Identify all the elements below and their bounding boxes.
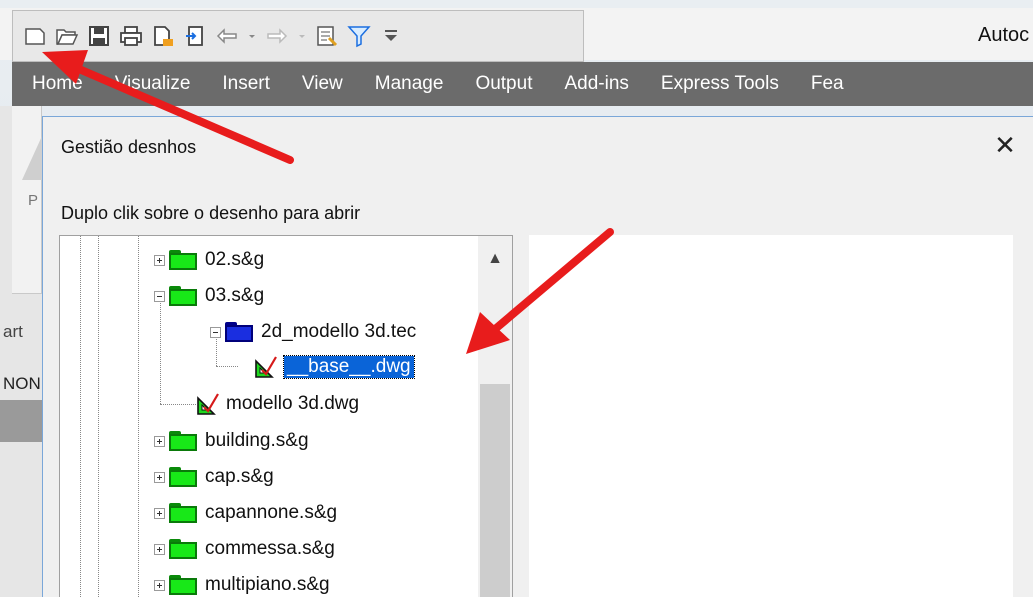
tree-item-label-selected: __base__.dwg: [283, 355, 415, 379]
drawing-tree[interactable]: 02.s&g 03.s&g 2d_modello 3d.tec __base__…: [59, 235, 513, 597]
expand-icon[interactable]: [154, 471, 165, 483]
tree-item-02-sg[interactable]: 02.s&g: [154, 245, 264, 275]
tab-express-tools[interactable]: Express Tools: [645, 73, 795, 95]
undo-icon[interactable]: [215, 24, 239, 48]
background-ribbon-panel: P art NON: [0, 106, 42, 597]
publish-icon[interactable]: [151, 24, 175, 48]
tree-line: [160, 298, 161, 404]
scroll-up-icon[interactable]: ▲: [478, 242, 512, 276]
dialog-instruction: Duplo clik sobre o desenho para abrir: [61, 203, 361, 223]
tree-item-commessa-sg[interactable]: commessa.s&g: [154, 534, 335, 564]
folder-icon: [169, 575, 197, 595]
tree-item-label: cap.s&g: [205, 466, 274, 487]
expand-icon[interactable]: [154, 435, 165, 447]
collapse-icon[interactable]: [154, 290, 165, 302]
tree-item-label: 2d_modello 3d.tec: [261, 321, 417, 342]
expand-icon[interactable]: [154, 543, 165, 555]
expand-icon[interactable]: [154, 579, 165, 591]
new-icon[interactable]: [23, 24, 47, 48]
folder-icon: [169, 431, 197, 451]
dialog-title: Gestião desnhos: [61, 137, 197, 157]
tree-item-2d-modello-tec[interactable]: 2d_modello 3d.tec: [210, 317, 416, 347]
tree-item-modello-dwg[interactable]: modello 3d.dwg: [196, 389, 359, 419]
import-icon[interactable]: [183, 24, 207, 48]
tree-item-label: multipiano.s&g: [205, 574, 330, 595]
tree-item-label: capannone.s&g: [205, 502, 338, 523]
save-icon[interactable]: [87, 24, 111, 48]
tree-item-multipiano-sg[interactable]: multipiano.s&g: [154, 570, 330, 597]
chevron-down-icon[interactable]: [247, 24, 257, 48]
folder-icon: [169, 286, 197, 306]
expand-icon[interactable]: [154, 507, 165, 519]
tree-item-03-sg[interactable]: 03.s&g: [154, 281, 264, 311]
tree-scrollbar[interactable]: ▲: [478, 236, 512, 597]
tab-insert[interactable]: Insert: [206, 73, 286, 95]
tab-view[interactable]: View: [286, 73, 359, 95]
collapse-icon[interactable]: [210, 326, 221, 338]
folder-icon: [169, 539, 197, 559]
tree-item-label: 02.s&g: [205, 249, 265, 270]
tree-item-label: modello 3d.dwg: [226, 393, 360, 414]
tree-item-label: commessa.s&g: [205, 538, 335, 559]
background-bar: [0, 400, 42, 442]
redo-icon[interactable]: [265, 24, 289, 48]
folder-icon: [225, 322, 253, 342]
dwg-file-icon: [197, 393, 219, 415]
tab-home[interactable]: Home: [12, 73, 99, 95]
folder-icon: [169, 467, 197, 487]
tab-featured[interactable]: Fea: [795, 73, 860, 95]
close-icon[interactable]: ✕: [987, 129, 1023, 161]
dwg-file-icon: [255, 356, 277, 378]
folder-icon: [169, 250, 197, 270]
panel-label: P: [28, 192, 39, 209]
tree-line: [80, 236, 81, 597]
drawing-preview-pane: [529, 235, 1013, 597]
filter-icon[interactable]: [347, 24, 371, 48]
tree-item-cap-sg[interactable]: cap.s&g: [154, 462, 274, 492]
start-tab-label: art: [3, 322, 23, 341]
tree-line: [216, 366, 238, 367]
tree-item-base-dwg[interactable]: __base__.dwg: [254, 352, 415, 382]
tab-add-ins[interactable]: Add-ins: [548, 73, 644, 95]
tab-visualize[interactable]: Visualize: [99, 73, 207, 95]
tree-item-label: building.s&g: [205, 430, 309, 451]
tree-line: [160, 404, 196, 405]
folder-icon: [169, 503, 197, 523]
ribbon-tab-bar: Home Visualize Insert View Manage Output…: [12, 62, 1033, 106]
tab-output[interactable]: Output: [459, 73, 548, 95]
customize-icon[interactable]: [379, 24, 403, 48]
background-text: NON: [3, 374, 41, 393]
tree-item-capannone-sg[interactable]: capannone.s&g: [154, 498, 337, 528]
properties-icon[interactable]: [315, 24, 339, 48]
chevron-down-icon[interactable]: [297, 24, 307, 48]
print-icon[interactable]: [119, 24, 143, 48]
tree-line: [98, 236, 99, 597]
expand-icon[interactable]: [154, 254, 165, 266]
scroll-thumb[interactable]: [480, 384, 510, 597]
tree-item-label: 03.s&g: [205, 285, 265, 306]
quick-access-toolbar: [12, 10, 584, 62]
drawing-manager-dialog: Gestião desnhos ✕ Duplo clik sobre o des…: [42, 116, 1033, 597]
tree-item-building-sg[interactable]: building.s&g: [154, 426, 309, 456]
open-icon[interactable]: [55, 24, 79, 48]
tree-line: [138, 236, 139, 597]
app-title: Autoc: [978, 24, 1030, 46]
tab-manage[interactable]: Manage: [359, 73, 460, 95]
